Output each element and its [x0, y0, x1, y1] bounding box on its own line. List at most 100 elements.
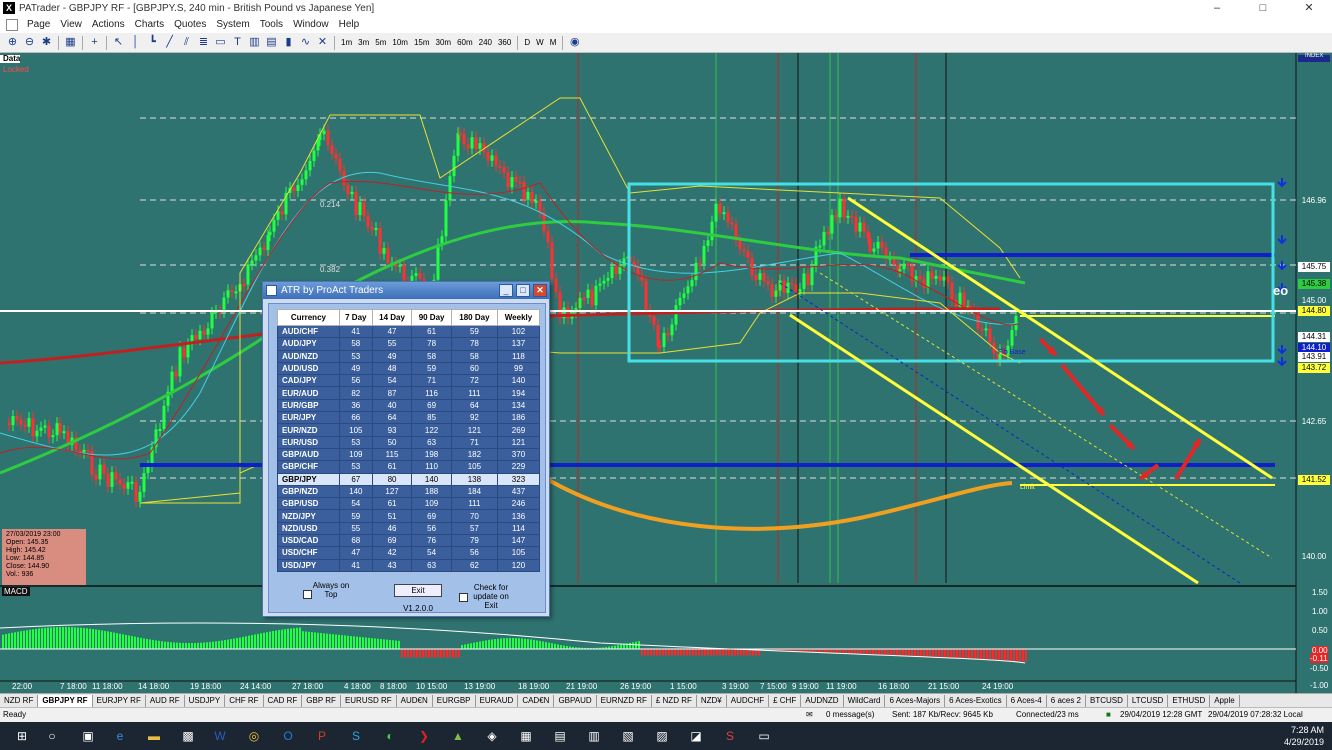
zoom-out-icon[interactable]: ⊖	[22, 35, 37, 50]
cursor-icon[interactable]: ↖	[111, 35, 126, 50]
menu-charts[interactable]: Charts	[130, 19, 169, 30]
fib-icon[interactable]: ≣	[196, 35, 211, 50]
trendline-icon[interactable]: ╱	[162, 35, 177, 50]
app-icon-h[interactable]: S	[720, 726, 740, 746]
symbol-tab[interactable]: BTCUSD	[1086, 694, 1128, 707]
menu-window[interactable]: Window	[288, 19, 334, 30]
exit-button[interactable]: Exit	[394, 584, 442, 597]
tf-30m[interactable]: 30m	[433, 38, 455, 47]
horizontal-line-icon[interactable]: ┗	[145, 35, 160, 50]
calculator-icon[interactable]: ▦	[516, 726, 536, 746]
atr-row[interactable]: CAD/JPY 56 54 71 72 140	[277, 374, 541, 388]
maximize-button[interactable]: □	[1240, 0, 1286, 16]
symbol-tab[interactable]: CHF RF	[225, 694, 264, 707]
symbol-tab[interactable]: AUDNZD	[801, 694, 844, 707]
atr-maximize-button[interactable]: □	[516, 284, 530, 297]
menu-help[interactable]: Help	[334, 19, 365, 30]
atr-row[interactable]: EUR/USD 53 50 63 71 121	[277, 435, 541, 449]
symbol-tab[interactable]: CAD€N	[518, 694, 555, 707]
line-icon[interactable]: ∿	[298, 35, 313, 50]
symbol-tab[interactable]: EURJPY RF	[93, 694, 146, 707]
menu-actions[interactable]: Actions	[87, 19, 130, 30]
symbol-tab[interactable]: AUD RF	[146, 694, 185, 707]
rectangle-icon[interactable]: ▭	[213, 35, 228, 50]
symbol-tab[interactable]: WildCard	[844, 694, 886, 707]
atr-row[interactable]: EUR/JPY 66 64 85 92 186	[277, 411, 541, 425]
chart-canvas[interactable]	[0, 53, 1332, 693]
menu-app-icon[interactable]	[6, 18, 18, 31]
app-icon-a[interactable]: ▲	[448, 726, 468, 746]
skype-icon[interactable]: S	[346, 726, 366, 746]
vertical-line-icon[interactable]: │	[128, 35, 143, 50]
symbol-tab[interactable]: EURUSD RF	[341, 694, 397, 707]
atr-row[interactable]: AUD/NZD 53 49 58 58 118	[277, 349, 541, 363]
tf-240[interactable]: 240	[476, 38, 495, 47]
symbol-tab[interactable]: AUD€N	[397, 694, 433, 707]
symbol-tab[interactable]: 6 Aces-Majors	[885, 694, 946, 707]
symbol-tab[interactable]: £ CHF	[769, 694, 802, 707]
symbol-tab[interactable]: AUDCHF	[727, 694, 770, 707]
windows-start-icon[interactable]: ⊞	[12, 726, 32, 746]
tf-m[interactable]: M	[547, 38, 560, 47]
symbol-tab[interactable]: EURGBP	[433, 694, 476, 707]
candle-icon[interactable]: ▮	[281, 35, 296, 50]
atr-row[interactable]: USD/CHF 47 42 54 56 105	[277, 546, 541, 560]
atr-row[interactable]: USD/JPY 41 43 63 62 120	[277, 558, 541, 572]
app-icon-g[interactable]: ◪	[686, 726, 706, 746]
minimize-button[interactable]: –	[1194, 0, 1240, 16]
green-app-icon[interactable]: ◐	[380, 726, 400, 746]
menu-quotes[interactable]: Quotes	[169, 19, 211, 30]
check-update-checkbox[interactable]	[459, 593, 468, 602]
tf-360[interactable]: 360	[495, 38, 514, 47]
tf-1m[interactable]: 1m	[338, 38, 355, 47]
word-icon[interactable]: W	[210, 726, 230, 746]
atr-row[interactable]: EUR/GBP 36 40 69 64 134	[277, 398, 541, 413]
delete-icon[interactable]: ✕	[315, 35, 330, 50]
symbol-tab[interactable]: 6 Aces-4	[1007, 694, 1047, 707]
crosshair-icon[interactable]: +	[87, 35, 102, 50]
outlook-icon[interactable]: O	[278, 726, 298, 746]
atr-row[interactable]: NZD/USD 55 46 56 57 114	[277, 521, 541, 536]
price-chart[interactable]: Data Locked INDEX 0.214 0.382 Fib Base L…	[0, 53, 1332, 693]
taskbar-clock[interactable]: 7:28 AM 4/29/2019	[1284, 724, 1324, 748]
symbol-tab[interactable]: LTCUSD	[1128, 694, 1169, 707]
symbol-tab[interactable]: GBPJPY RF	[38, 694, 93, 707]
file-explorer-icon[interactable]: ▬	[144, 726, 164, 746]
tf-3m[interactable]: 3m	[355, 38, 372, 47]
symbol-tab[interactable]: ETHUSD	[1168, 694, 1211, 707]
symbol-tab[interactable]: GBP RF	[302, 694, 341, 707]
tf-60m[interactable]: 60m	[454, 38, 476, 47]
symbol-tab[interactable]: £ NZD RF	[652, 694, 697, 707]
tf-15m[interactable]: 15m	[411, 38, 433, 47]
atr-close-button[interactable]: ✕	[533, 284, 547, 297]
tf-5m[interactable]: 5m	[372, 38, 389, 47]
atr-row[interactable]: EUR/AUD 82 87 116 111 194	[277, 386, 541, 400]
atr-row[interactable]: AUD/JPY 58 55 78 78 137	[277, 337, 541, 351]
clock-icon[interactable]: ◉	[567, 35, 582, 50]
symbol-tab[interactable]: USDJPY	[185, 694, 226, 707]
tf-w[interactable]: W	[533, 38, 547, 47]
symbol-tab[interactable]: 6 aces 2	[1047, 694, 1087, 707]
symbol-tab[interactable]: GBPAUD	[554, 694, 597, 707]
atr-row[interactable]: GBP/USD 54 61 109 111 246	[277, 497, 541, 511]
settings-icon[interactable]: ✱	[39, 35, 54, 50]
task-view-icon[interactable]: ▣	[78, 726, 98, 746]
symbol-tab[interactable]: EURNZD RF	[597, 694, 652, 707]
atr-row[interactable]: AUD/USD 49 48 59 60 99	[277, 361, 541, 376]
symbol-tab[interactable]: CAD RF	[264, 694, 303, 707]
app-icon-d[interactable]: ▥	[584, 726, 604, 746]
atr-row[interactable]: GBP/NZD 140 127 188 184 437	[277, 484, 541, 499]
zoom-in-icon[interactable]: ⊕	[5, 35, 20, 50]
text-icon[interactable]: T	[230, 35, 245, 50]
powerpoint-icon[interactable]: P	[312, 726, 332, 746]
close-button[interactable]: ✕	[1286, 0, 1332, 16]
atr-row[interactable]: GBP/AUD 109 115 198 182 370	[277, 447, 541, 462]
atr-row[interactable]: USD/CAD 68 69 76 79 147	[277, 534, 541, 548]
chrome-icon[interactable]: ◎	[244, 726, 264, 746]
symbol-tab[interactable]: NZD¥	[697, 694, 727, 707]
menu-view[interactable]: View	[55, 19, 87, 30]
menu-page[interactable]: Page	[22, 19, 55, 30]
symbol-tab[interactable]: EURAUD	[476, 694, 519, 707]
atr-row[interactable]: EUR/NZD 105 93 122 121 269	[277, 423, 541, 437]
atr-row[interactable]: AUD/CHF 41 47 61 59 102	[277, 324, 541, 339]
